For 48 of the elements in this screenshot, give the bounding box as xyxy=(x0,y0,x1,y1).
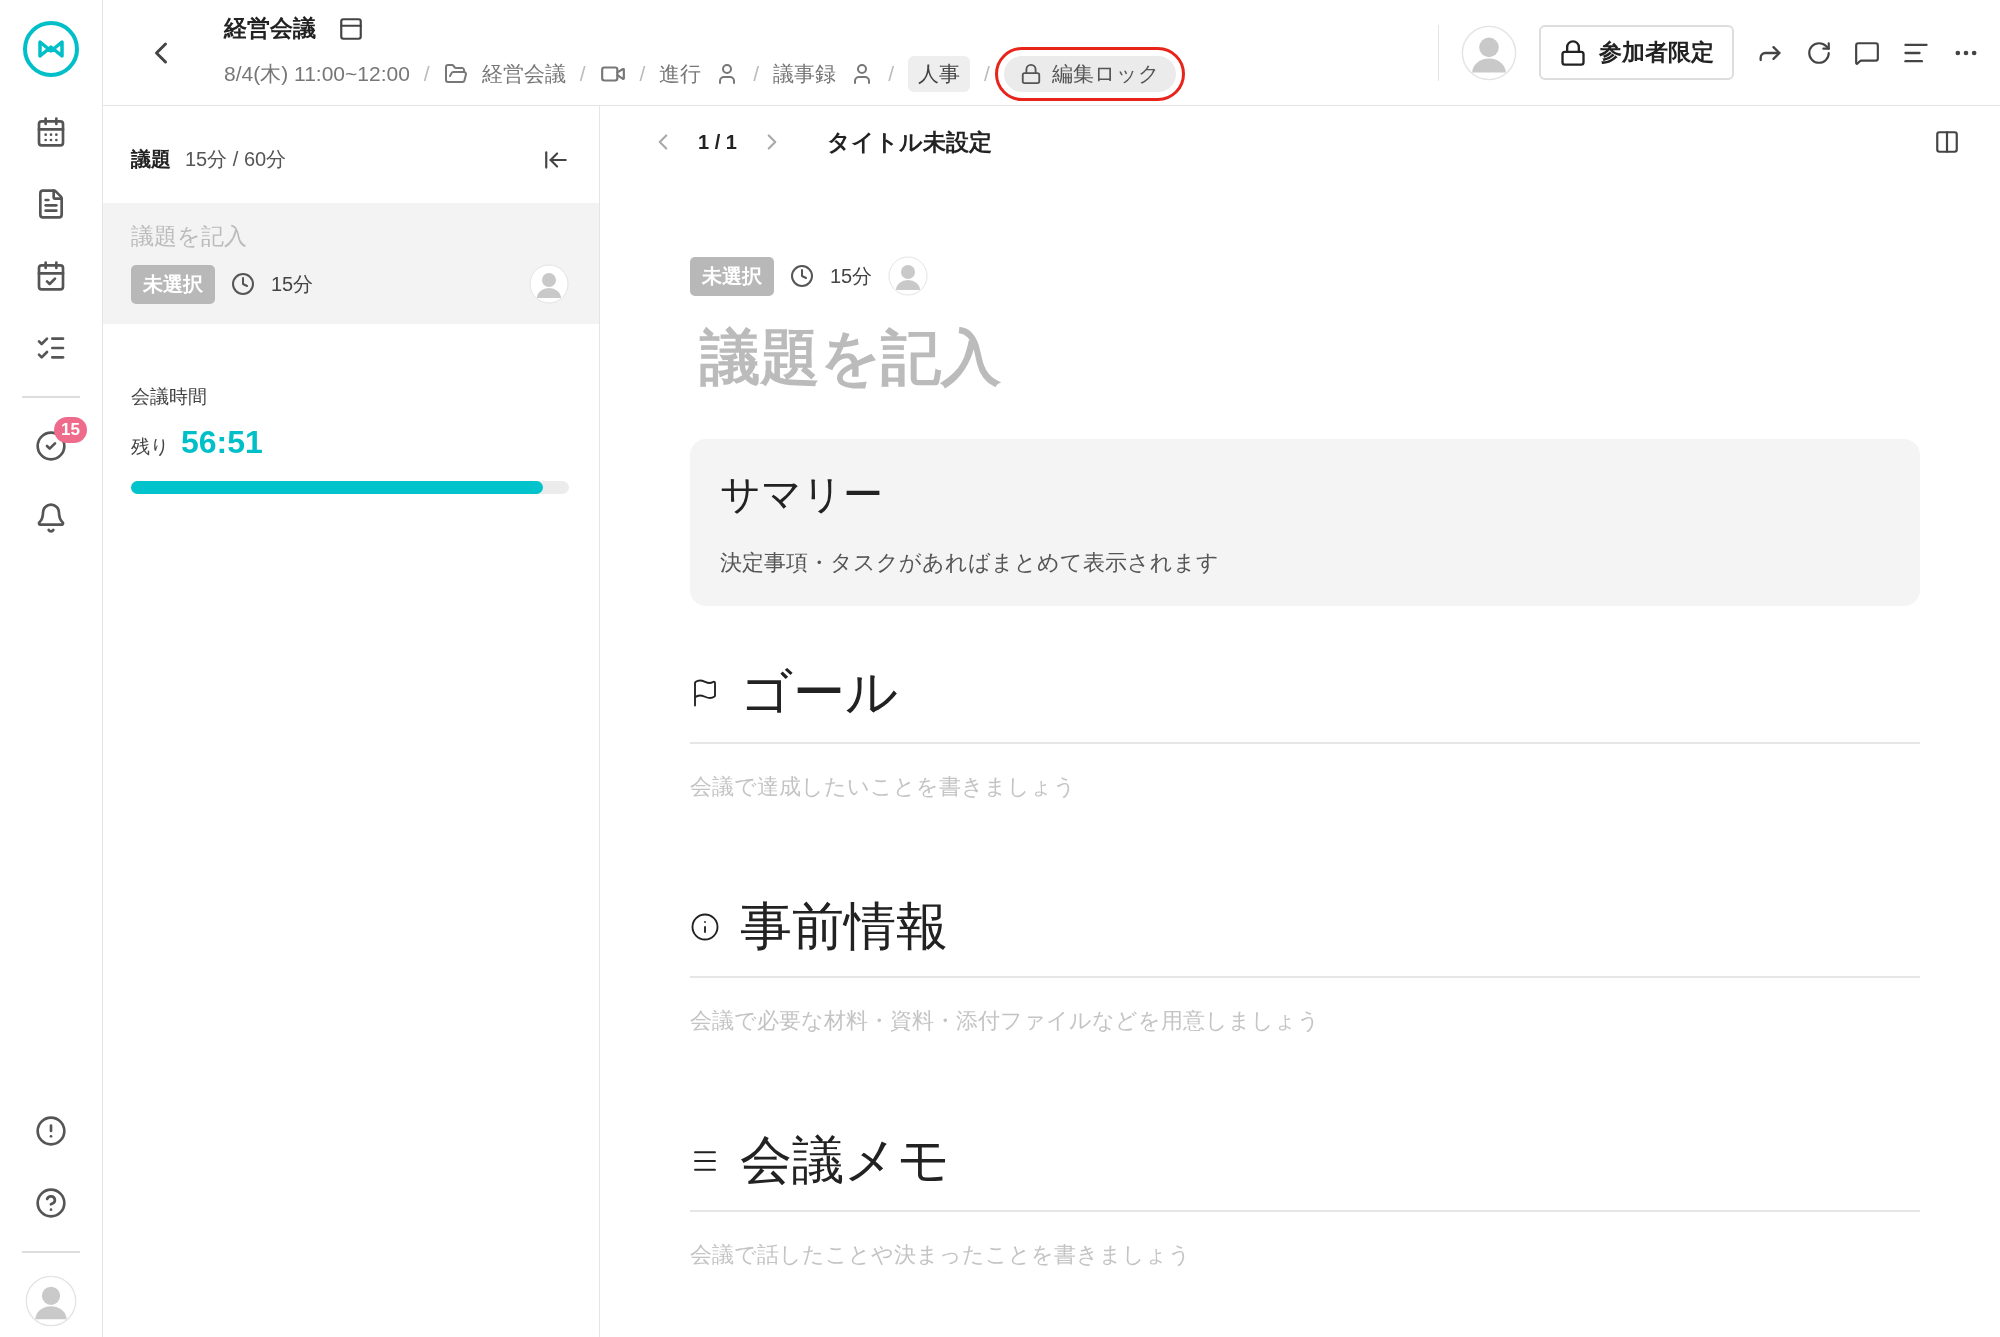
summary-text: 決定事項・タスクがあればまとめて表示されます xyxy=(720,549,1220,577)
agenda-item-title: 議題を記入 xyxy=(131,222,248,251)
page-title: タイトル未設定 xyxy=(826,127,993,157)
breadcrumb-separator: / xyxy=(984,62,990,86)
folder-icon xyxy=(443,62,468,86)
remaining-time: 56:51 xyxy=(181,424,263,461)
lock-icon xyxy=(1019,63,1042,85)
meeting-time-label: 会議時間 xyxy=(131,385,208,409)
role-label[interactable]: 議事録 xyxy=(773,60,837,88)
folder-label[interactable]: 経営会議 xyxy=(481,60,566,88)
clock-icon xyxy=(790,264,814,288)
breadcrumb-separator: / xyxy=(888,62,895,86)
panel-title: 議題 xyxy=(131,147,171,172)
section-input[interactable]: 会議で達成したいことを書きましょう xyxy=(690,774,1920,800)
participant-avatar xyxy=(1461,24,1517,81)
item-time: 15分 xyxy=(271,271,314,297)
notification-count: 15 xyxy=(54,417,87,443)
info-icon xyxy=(690,912,720,942)
meeting-title: 経営会議 xyxy=(224,14,316,43)
breadcrumb-separator: / xyxy=(639,62,646,86)
section-input[interactable]: 会議で必要な材料・資料・添付ファイルなどを用意しましょう xyxy=(690,1008,1920,1034)
agenda-item[interactable]: 議題を記入 未選択 15分 xyxy=(103,203,599,324)
assignee-avatar xyxy=(529,264,569,304)
section-title: ゴール xyxy=(740,662,898,723)
breadcrumb-separator: / xyxy=(423,62,430,86)
assignee-avatar xyxy=(888,256,929,296)
access-button[interactable]: 参加者限定 xyxy=(1539,25,1734,80)
split-view-icon[interactable] xyxy=(1934,129,1960,155)
info-panel-icon[interactable] xyxy=(338,15,364,42)
breadcrumb-separator: / xyxy=(579,62,586,86)
agenda-heading: 議題を記入 xyxy=(700,323,1002,393)
refresh-icon[interactable] xyxy=(1806,39,1832,66)
summary-title: サマリー xyxy=(720,471,884,518)
remaining-label: 残り xyxy=(131,435,169,459)
clock-icon xyxy=(231,272,255,296)
section-title: 会議メモ xyxy=(740,1130,950,1191)
role-label[interactable]: 進行 xyxy=(659,60,702,88)
section-title: 事前情報 xyxy=(740,896,948,957)
meeting-date: 8/4(木) 11:00~12:00 xyxy=(224,61,410,87)
comment-icon[interactable] xyxy=(1854,39,1880,66)
breadcrumb-separator: / xyxy=(753,62,760,86)
lock-icon xyxy=(1559,38,1587,67)
item-time: 15分 xyxy=(830,263,873,289)
tag[interactable]: 人事 xyxy=(908,56,971,92)
user-avatar xyxy=(25,1275,77,1327)
agenda-duration: 15分 / 60分 xyxy=(185,147,288,172)
page-counter: 1 / 1 xyxy=(698,130,737,154)
section-input[interactable]: 会議で話したことや決まったことを書きましょう xyxy=(690,1242,1920,1268)
